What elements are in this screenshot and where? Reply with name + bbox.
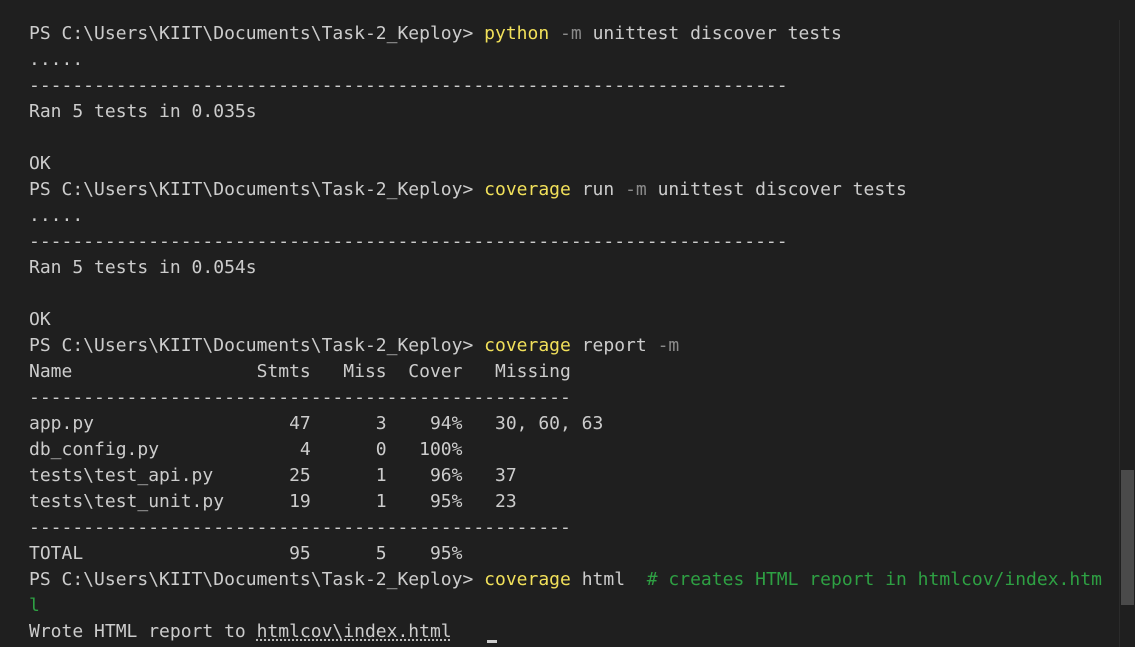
command-comment-wrap: l bbox=[29, 595, 40, 616]
scrollbar-thumb[interactable] bbox=[1121, 470, 1134, 605]
command-line-3: PS C:\Users\KIIT\Documents\Task-2_Keploy… bbox=[29, 333, 1119, 359]
prompt: PS C:\Users\KIIT\Documents\Task-2_Keploy… bbox=[29, 569, 485, 590]
prompt: PS C:\Users\KIIT\Documents\Task-2_Keploy… bbox=[29, 179, 485, 200]
divider: ----------------------------------------… bbox=[29, 231, 788, 252]
output-line: Wrote HTML report to htmlcov\index.html bbox=[29, 619, 1119, 645]
prompt: PS C:\Users\KIIT\Documents\Task-2_Keploy… bbox=[29, 23, 485, 44]
command-exe: coverage bbox=[484, 179, 571, 200]
output-text: Wrote HTML report to bbox=[29, 621, 257, 642]
command-line-2: PS C:\Users\KIIT\Documents\Task-2_Keploy… bbox=[29, 177, 1119, 203]
command-subcommand: report bbox=[581, 335, 647, 356]
coverage-row: tests\test_api.py 25 1 96% 37 bbox=[29, 465, 517, 486]
divider: ----------------------------------------… bbox=[29, 75, 788, 96]
text-cursor bbox=[486, 640, 497, 643]
prompt: PS C:\Users\KIIT\Documents\Task-2_Keploy… bbox=[29, 335, 485, 356]
coverage-row: tests\test_unit.py 19 1 95% 23 bbox=[29, 491, 517, 512]
command-line-4: PS C:\Users\KIIT\Documents\Task-2_Keploy… bbox=[29, 567, 1119, 593]
coverage-row: app.py 47 3 94% 30, 60, 63 bbox=[29, 413, 604, 434]
command-exe: coverage bbox=[484, 569, 571, 590]
command-exe: coverage bbox=[484, 335, 571, 356]
command-subcommand: html bbox=[581, 569, 626, 590]
divider: ----------------------------------------… bbox=[29, 387, 571, 408]
command-flag: -m bbox=[625, 179, 647, 200]
test-progress-dots: ..... bbox=[29, 49, 84, 70]
test-summary: Ran 5 tests in 0.035s bbox=[29, 101, 257, 122]
command-args: unittest discover tests bbox=[657, 179, 907, 200]
coverage-total: TOTAL 95 5 95% bbox=[29, 543, 463, 564]
test-progress-dots: ..... bbox=[29, 205, 84, 226]
divider: ----------------------------------------… bbox=[29, 517, 571, 538]
coverage-table-header: Name Stmts Miss Cover Missing bbox=[29, 361, 571, 382]
test-status: OK bbox=[29, 309, 51, 330]
file-link[interactable]: htmlcov\index.html bbox=[257, 621, 452, 642]
command-args: unittest discover tests bbox=[592, 23, 842, 44]
command-exe: python bbox=[484, 23, 550, 44]
command-line-1: PS C:\Users\KIIT\Documents\Task-2_Keploy… bbox=[29, 21, 1119, 47]
command-subcommand: run bbox=[581, 179, 615, 200]
test-summary: Ran 5 tests in 0.054s bbox=[29, 257, 257, 278]
vertical-scrollbar[interactable] bbox=[1119, 20, 1135, 647]
terminal-output[interactable]: PS C:\Users\KIIT\Documents\Task-2_Keploy… bbox=[29, 21, 1119, 645]
command-flag: -m bbox=[657, 335, 680, 356]
command-flag: -m bbox=[560, 23, 582, 44]
coverage-row: db_config.py 4 0 100% bbox=[29, 439, 463, 460]
command-comment: # creates HTML report in htmlcov/index.h… bbox=[646, 569, 1102, 590]
test-status: OK bbox=[29, 153, 51, 174]
